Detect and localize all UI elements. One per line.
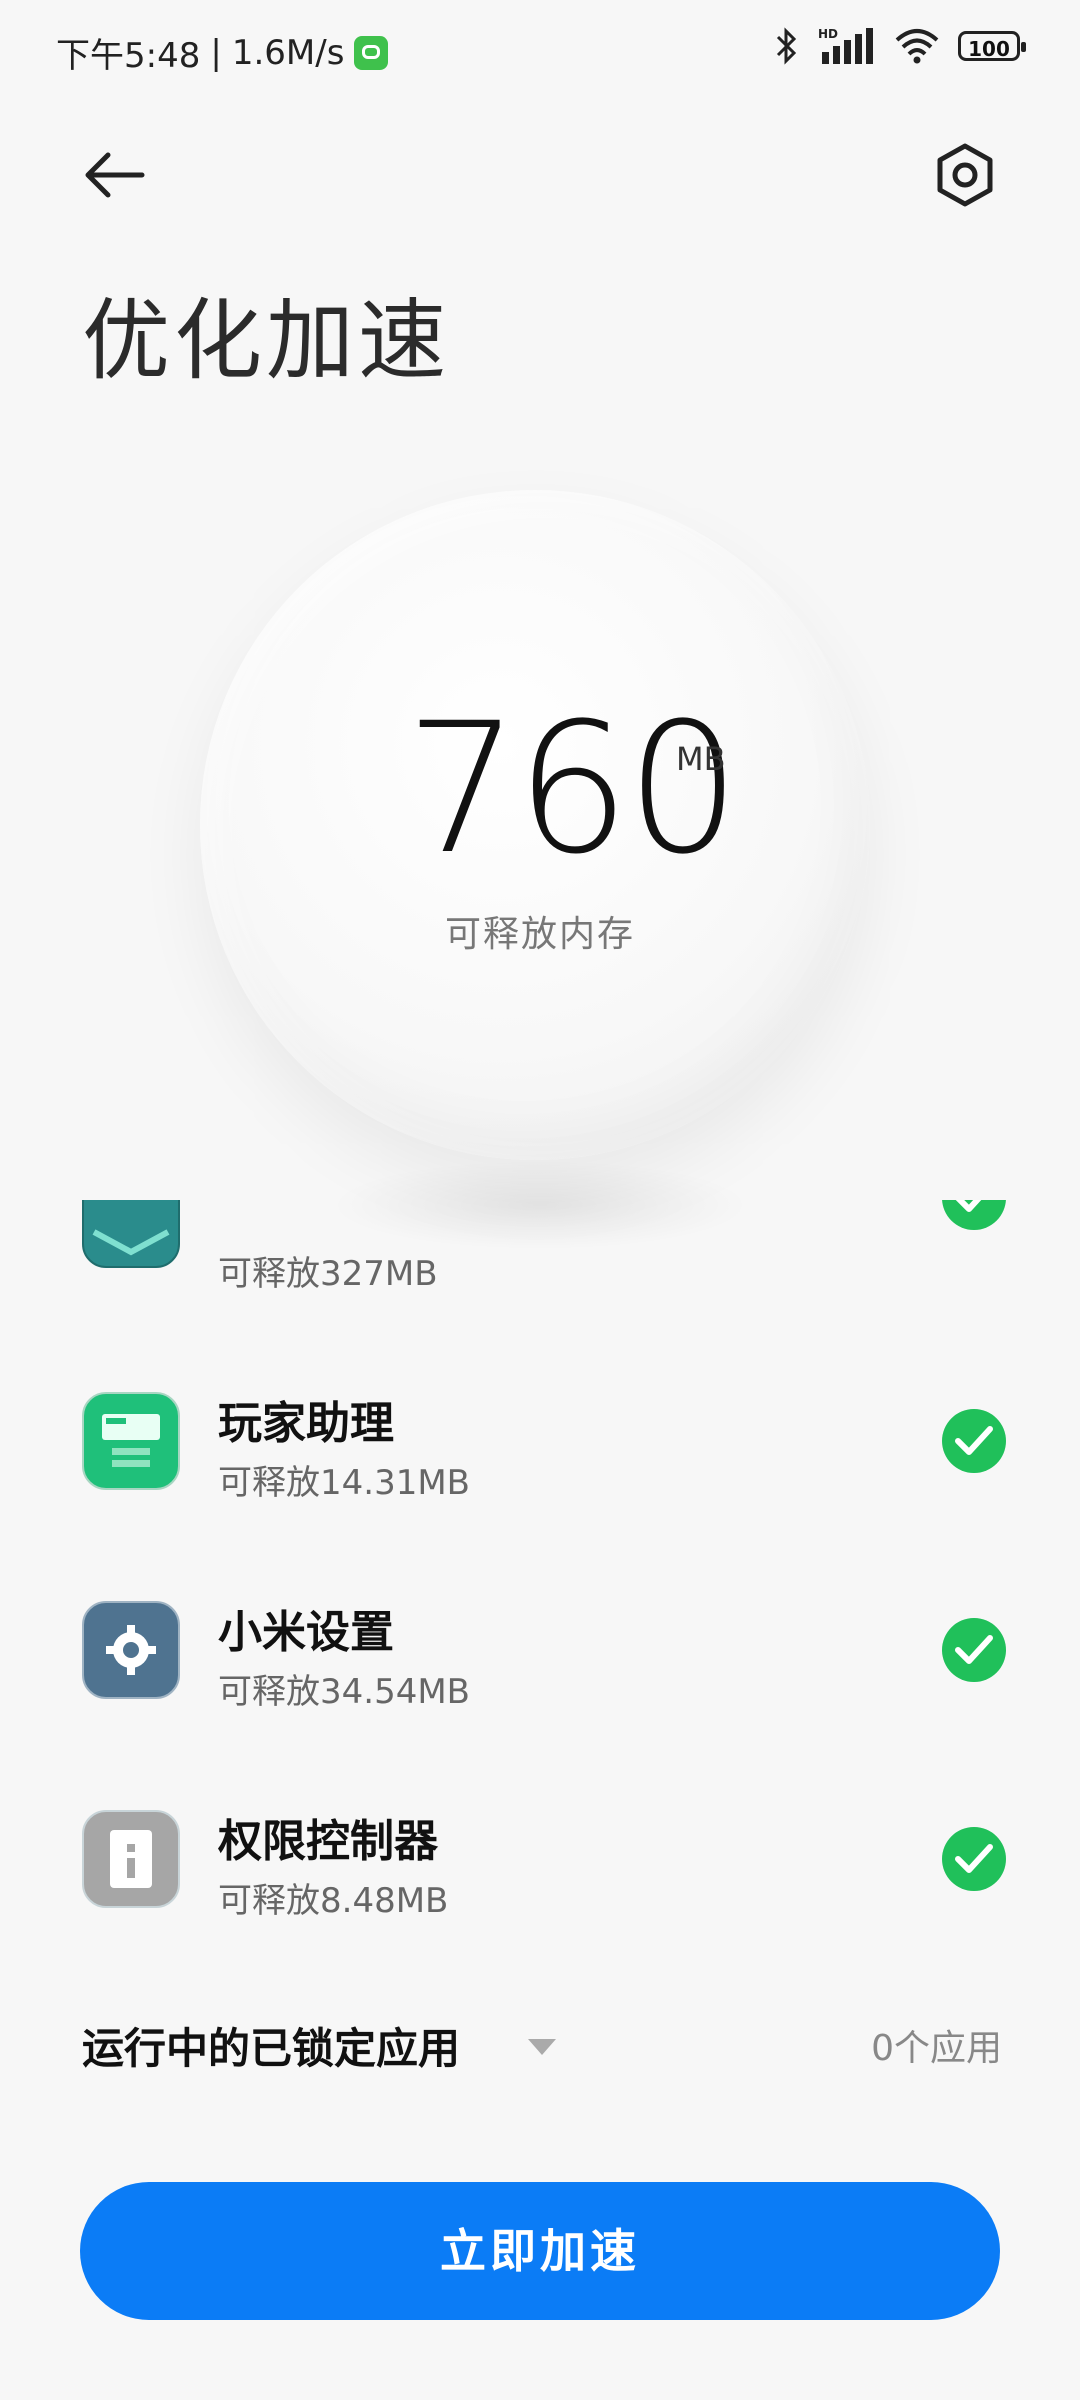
locked-apps-row[interactable]: 运行中的已锁定应用 0个应用 [82,2015,1002,2075]
app-checkbox-checked[interactable] [942,1827,1006,1891]
list-item-partial[interactable]: 可释放327MB [0,1200,1080,1290]
check-icon [955,1635,993,1664]
check-icon [955,1200,982,1212]
xiaomi-settings-icon [82,1601,180,1699]
permission-controller-icon [82,1810,180,1908]
app-checkbox-checked[interactable] [942,1409,1006,1473]
locked-apps-count: 0个应用 [871,2028,1002,2069]
wifi-icon [895,29,939,64]
accelerate-button[interactable]: 立即加速 [80,2182,1000,2320]
status-right: HD 100 [774,26,1026,66]
bluetooth-icon [776,27,797,65]
app-checkbox-checked[interactable] [942,1618,1006,1682]
memory-unit: MB [676,740,726,778]
status-divider: | [210,32,222,73]
memory-value: 760 [405,685,741,894]
app-name: 权限控制器 [218,1816,438,1867]
partial-app-icon [82,1200,180,1268]
svg-text:HD: HD [818,27,838,41]
hd-signal-icon: HD [818,27,873,64]
settings-button[interactable] [928,138,1002,212]
status-speed: 1.6M/s [231,32,345,73]
settings-hex-icon [937,143,993,207]
memory-label: 可释放内存 [444,914,635,955]
status-bar: 下午5:48 | 1.6M/s HD 100 [0,0,1080,100]
chevron-down-icon[interactable] [528,2039,556,2055]
app-name: 玩家助理 [218,1398,394,1449]
list-item[interactable]: 权限控制器 可释放8.48MB [0,1783,1080,1963]
battery-icon: 100 [958,31,1026,61]
status-left: 下午5:48 | 1.6M/s [56,28,389,77]
status-time: 下午5:48 [56,36,201,76]
check-icon [955,1844,993,1873]
app-release-size: 可释放14.31MB [218,1463,470,1503]
back-button[interactable] [80,140,150,210]
app-name: 小米设置 [218,1607,394,1658]
app-release-size: 可释放8.48MB [218,1881,449,1921]
list-item[interactable]: 小米设置 可释放34.54MB [0,1574,1080,1754]
notification-app-icon [354,35,389,70]
locked-apps-title: 运行中的已锁定应用 [82,2024,461,2073]
list-item[interactable]: 玩家助理 可释放14.31MB [0,1365,1080,1545]
page-title: 优化加速 [82,289,451,392]
check-icon [955,1426,993,1455]
arrow-left-icon [85,152,145,198]
game-assistant-icon [82,1392,180,1490]
app-release-size: 可释放327MB [218,1254,438,1290]
app-checkbox-checked[interactable] [942,1200,1006,1230]
app-release-size: 可释放34.54MB [218,1672,470,1712]
